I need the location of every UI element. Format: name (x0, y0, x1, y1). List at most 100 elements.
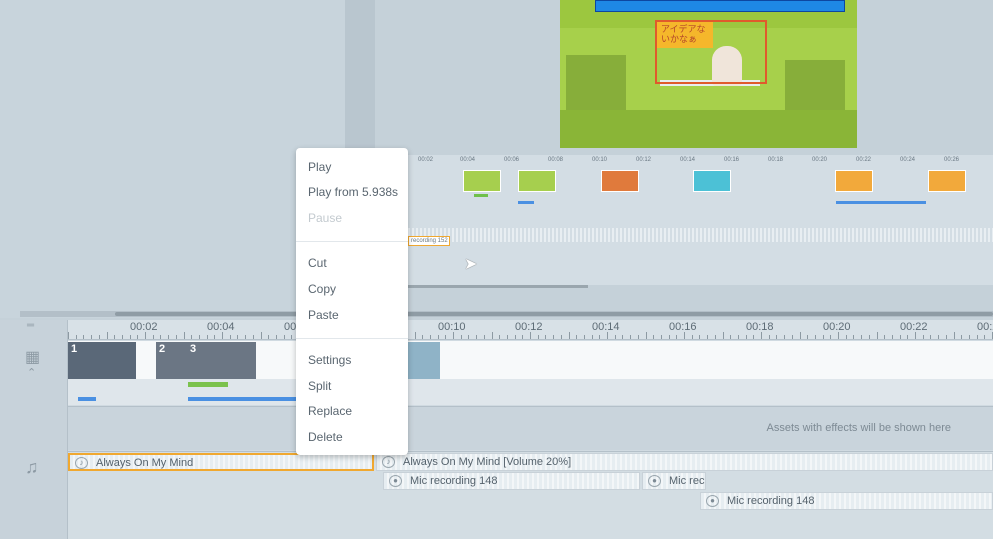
menu-item-play-from[interactable]: Play from 5.938s (308, 185, 398, 199)
slide-preview[interactable]: アイデアな いかなぁ (560, 0, 857, 148)
menu-item-settings[interactable]: Settings (308, 353, 351, 367)
menu-item-paste[interactable]: Paste (308, 308, 339, 322)
ruler-label: 00:12 (515, 321, 543, 333)
ruler-tick (953, 332, 955, 339)
preview-banner[interactable] (595, 0, 845, 12)
ruler-tick (445, 335, 447, 339)
mini-motion-bar[interactable] (836, 201, 926, 204)
ruler-tick (768, 335, 770, 339)
ruler-tick (530, 332, 531, 339)
mini-clip-thumbnail[interactable] (693, 170, 731, 192)
video-clip[interactable]: 1 (68, 342, 136, 379)
ruler-tick (237, 335, 239, 339)
ruler-tick (699, 335, 701, 339)
ruler-tick (707, 335, 709, 339)
ruler-tick (591, 335, 593, 339)
microphone-icon: ● (648, 475, 661, 487)
mini-ruler-label: 00:04 (460, 157, 476, 163)
mouse-cursor-icon: ➤ (464, 256, 478, 273)
main-timeline: ═ ▦ ⌃ ♫ 00:02 00:04 00:06 00:10 00:12 00… (0, 320, 993, 539)
ruler-tick (730, 335, 732, 339)
mic-recording-clip[interactable]: ● Mic recording 148 (383, 472, 640, 490)
mini-motion-bar[interactable] (518, 201, 534, 204)
ruler-tick (568, 332, 570, 339)
selected-object-outline[interactable] (655, 20, 767, 84)
mini-timeline: 00:02 00:04 00:06 00:08 00:10 00:12 00:1… (408, 155, 993, 288)
ruler-tick (861, 335, 863, 339)
mini-ruler-label: 00:26 (944, 157, 960, 163)
ruler-tick (645, 332, 647, 339)
effect-bar[interactable] (188, 382, 228, 387)
motion-bar[interactable] (188, 397, 308, 401)
ruler-tick (614, 335, 616, 339)
mic-recording-clip[interactable]: ● Mic recording 148 (700, 492, 993, 510)
ruler-tick (160, 335, 162, 339)
mini-clip-thumbnail[interactable] (835, 170, 873, 192)
ruler-tick (252, 335, 254, 339)
motion-bar[interactable] (78, 397, 96, 401)
preview-floor (560, 110, 857, 148)
collapse-chevron-icon[interactable]: ⌃ (27, 366, 36, 379)
stage-scrollbar-thumb[interactable] (115, 312, 993, 316)
ruler-tick (961, 335, 963, 339)
ruler-tick (676, 335, 678, 339)
mini-ruler-label: 00:22 (856, 157, 872, 163)
mini-effect-bar[interactable] (474, 194, 488, 197)
ruler-tick (776, 335, 778, 339)
ruler-tick (545, 335, 547, 339)
menu-item-split[interactable]: Split (308, 379, 331, 393)
video-clip[interactable]: 2 3 (156, 342, 256, 379)
video-track[interactable]: 1 2 3 (68, 341, 993, 379)
menu-item-delete[interactable]: Delete (308, 430, 343, 444)
mini-clip-thumbnail[interactable] (928, 170, 966, 192)
mini-ruler-label: 00:02 (418, 157, 434, 163)
ruler-tick (560, 335, 562, 339)
canvas-stage: アイデアな いかなぁ 00:02 00:04 00:06 00:08 00:10… (0, 0, 993, 320)
ruler-tick (91, 335, 93, 339)
audio-clip-label: Mic recording 148 (727, 495, 815, 507)
ruler-tick (876, 332, 878, 339)
ruler-tick (268, 335, 270, 339)
ruler-tick (437, 335, 439, 339)
ruler-tick (807, 335, 809, 339)
ruler-tick (422, 335, 424, 339)
ruler-label: 00:22 (900, 321, 928, 333)
mini-timeline-ruler: 00:02 00:04 00:06 00:08 00:10 00:12 00:1… (408, 155, 993, 167)
video-clip[interactable] (408, 342, 440, 379)
ruler-tick (98, 335, 100, 339)
ruler-tick (468, 335, 470, 339)
ruler-tick (214, 335, 216, 339)
mini-clip-thumbnail[interactable] (463, 170, 501, 192)
menu-item-cut[interactable]: Cut (308, 256, 327, 270)
ruler-tick (476, 335, 478, 339)
ruler-tick (968, 335, 970, 339)
mic-recording-clip[interactable]: ● Mic rec (642, 472, 706, 490)
microphone-icon: ● (389, 475, 402, 487)
audio-clip-selected[interactable]: ♪ Always On My Mind (68, 453, 374, 471)
mini-timeline-scrollbar[interactable] (408, 285, 588, 288)
ruler-tick (168, 335, 170, 339)
drag-handle-icon[interactable]: ═ (27, 320, 34, 331)
mini-clip-thumbnail[interactable] (601, 170, 639, 192)
stage-scrollbar[interactable] (20, 311, 993, 317)
ruler-tick (622, 335, 624, 339)
timeline-ruler[interactable]: 00:02 00:04 00:06 00:10 00:12 00:14 00:1… (68, 320, 993, 340)
ruler-tick (114, 335, 116, 339)
audio-clip[interactable]: ♪ Always On My Mind [Volume 20%] (376, 453, 993, 471)
clip-number: 1 (71, 343, 78, 355)
ruler-tick (799, 332, 801, 339)
ruler-tick (183, 332, 185, 339)
mini-clip-thumbnail[interactable] (518, 170, 556, 192)
ruler-tick (129, 335, 131, 339)
ruler-tick (907, 335, 909, 339)
ruler-tick (653, 335, 655, 339)
audio-clip-label: Mic recording 148 (410, 475, 498, 487)
menu-item-replace[interactable]: Replace (308, 404, 352, 418)
menu-item-play[interactable]: Play (308, 160, 331, 174)
left-panel (0, 0, 345, 318)
ruler-tick (429, 335, 431, 339)
menu-item-copy[interactable]: Copy (308, 282, 336, 296)
ruler-tick (283, 335, 285, 339)
mini-recording-clip[interactable]: recording 152 (408, 236, 450, 246)
ruler-tick (453, 332, 454, 339)
